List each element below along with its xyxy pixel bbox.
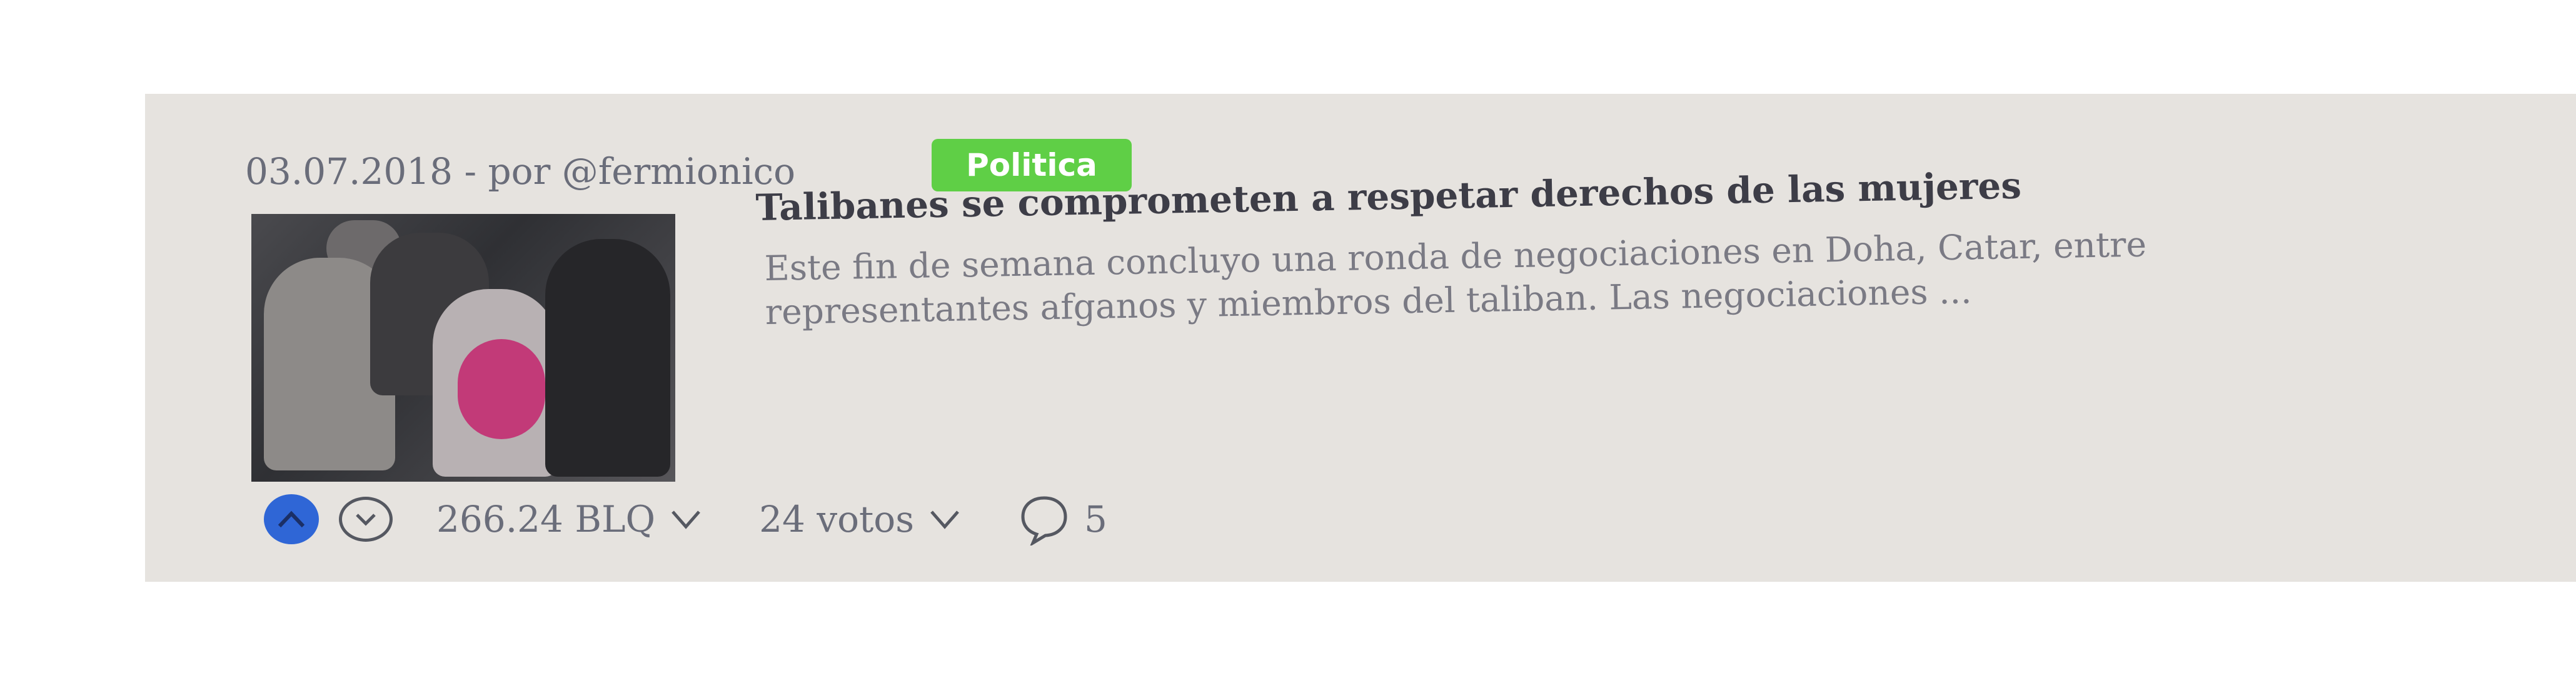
post-excerpt: Este fin de semana concluyo una ronda de…	[764, 224, 2147, 332]
upvote-button[interactable]	[264, 494, 319, 544]
chevron-down-icon	[930, 510, 959, 529]
post-actions: 266.24 BLQ 24 votos 5	[264, 488, 1107, 551]
thumbnail-figure	[458, 339, 545, 439]
upvote-icon	[278, 510, 305, 528]
post-meta: 03.07.2018 - por @fermionico	[245, 150, 796, 193]
payout-dropdown[interactable]	[669, 508, 703, 530]
chevron-down-icon	[672, 510, 700, 529]
payout-amount: 266.24 BLQ	[436, 498, 656, 541]
votes-count: 24 votos	[759, 498, 914, 541]
comments-count: 5	[1084, 498, 1107, 541]
post-card: 03.07.2018 - por @fermionico Politica Ta…	[145, 94, 2576, 582]
thumbnail-figure	[545, 239, 670, 477]
comment-icon	[1021, 496, 1067, 546]
comments-button[interactable]	[1018, 493, 1070, 546]
post-thumbnail[interactable]	[251, 214, 675, 482]
chevron-down-icon	[356, 514, 376, 526]
votes-dropdown[interactable]	[928, 508, 962, 530]
downvote-button[interactable]	[339, 497, 393, 542]
